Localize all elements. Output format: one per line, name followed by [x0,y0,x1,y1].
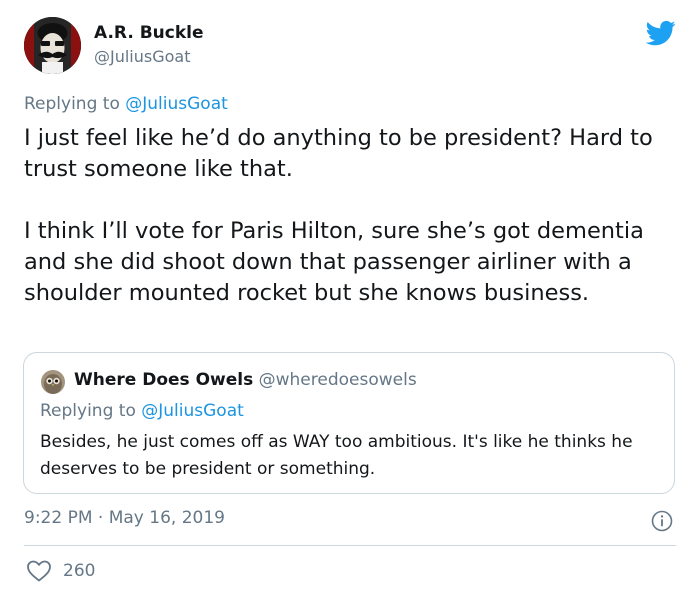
quoted-author-name[interactable]: Where Does Owels [74,370,253,390]
tweet-date: May 16, 2019 [108,508,225,528]
timestamp-separator: · [92,508,109,528]
quoted-author-handle[interactable]: @wheredoesowels [259,370,417,390]
tweet-text: I just feel like he’d do anything to be … [24,123,684,309]
tweet-paragraph-1: I just feel like he’d do anything to be … [24,125,653,182]
tweet-timestamp[interactable]: 9:22 PM · May 16, 2019 [24,508,225,528]
quoted-tweet-card[interactable]: Where Does Owels @wheredoesowels Replyin… [23,352,675,494]
tweet-paragraph-2: I think I’ll vote for Paris Hilton, sure… [24,218,644,306]
author-name[interactable]: A.R. Buckle [94,23,204,43]
quoted-replying-handle-link[interactable]: @JuliusGoat [141,401,244,421]
tweet-time: 9:22 PM [24,508,93,528]
replying-handle-link[interactable]: @JuliusGoat [125,94,228,114]
quoted-replying-prefix: Replying to [40,401,136,421]
twitter-bird-icon[interactable] [645,18,676,48]
like-count: 260 [63,561,96,581]
owl-avatar-image [41,370,65,394]
divider [24,545,676,546]
author-avatar-image [24,17,81,74]
owl-avatar[interactable] [41,370,65,394]
author-handle[interactable]: @JuliusGoat [94,47,191,66]
author-avatar[interactable] [24,17,81,74]
replying-prefix: Replying to [24,94,120,114]
quoted-author: Where Does Owels @wheredoesowels [74,370,417,390]
info-icon[interactable] [651,510,673,532]
replying-to: Replying to @JuliusGoat [24,94,228,114]
heart-icon[interactable] [26,559,52,583]
quoted-replying-to: Replying to @JuliusGoat [40,401,244,421]
quoted-tweet-text: Besides, he just comes off as WAY too am… [40,432,633,479]
